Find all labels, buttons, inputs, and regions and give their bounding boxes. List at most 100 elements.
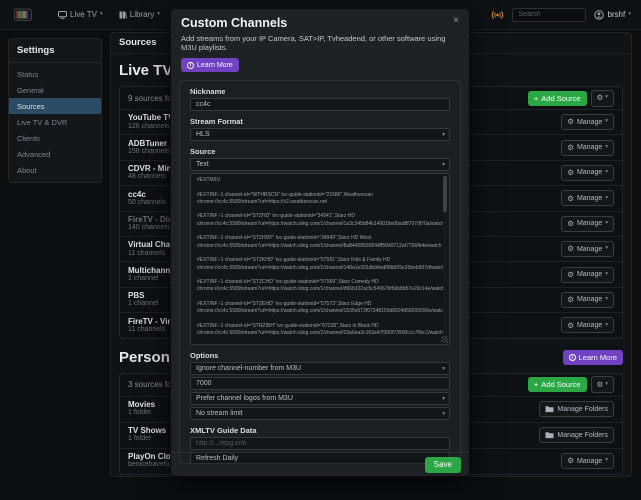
nav-live-tv-label: Live TV (70, 10, 97, 19)
m3u-playlist-text: #EXTM3U #EXTINF:-1 channel-id="WTHRSCN" … (191, 174, 449, 345)
modal-title: Custom Channels (181, 16, 459, 30)
scrollbar-thumb[interactable] (443, 176, 447, 212)
manage-button[interactable]: ⚙ Manage ▾ (561, 165, 614, 181)
info-icon: i (569, 354, 576, 361)
start-number-input[interactable] (190, 377, 450, 390)
manage-button[interactable]: ⚙ Manage ▾ (561, 216, 614, 232)
resize-handle[interactable] (441, 336, 448, 343)
sidebar-item[interactable]: Advanced (9, 146, 101, 162)
sidebar-title: Settings (9, 39, 101, 63)
topbar-right: brshf ▾ (491, 8, 631, 22)
sidebar-item[interactable]: About (9, 162, 101, 178)
source-sub: 1 folder (128, 409, 155, 417)
source-channel-count: 126 channels (128, 123, 173, 131)
gear-icon: ⚙ (567, 169, 574, 177)
gear-icon: ⚙ (567, 220, 574, 228)
manage-folders-button[interactable]: Manage Folders (539, 427, 614, 443)
user-icon (594, 10, 604, 20)
broadcast-icon[interactable] (491, 10, 504, 20)
settings-sidebar: Settings Status General Sources Live TV … (8, 38, 102, 183)
gear-icon: ⚙ (597, 381, 604, 389)
caret-down-icon: ▾ (605, 145, 608, 151)
gear-icon: ⚙ (567, 271, 574, 279)
user-menu[interactable]: brshf ▾ (594, 10, 631, 20)
source-name: Movies (128, 400, 155, 409)
sidebar-item[interactable]: General (9, 82, 101, 98)
manage-button[interactable]: ⚙ Manage ▾ (561, 267, 614, 283)
save-button[interactable]: Save (425, 457, 461, 473)
username: brshf (607, 10, 625, 19)
stream-limit-select[interactable]: No stream limit ▾ (190, 407, 450, 420)
gear-icon: ⚙ (567, 144, 574, 152)
manage-button[interactable]: ⚙ Manage ▾ (561, 317, 614, 333)
source-channel-count: 1 channel (128, 300, 158, 308)
library-icon (119, 11, 127, 19)
nav-library[interactable]: Library ▾ (119, 10, 160, 19)
caret-down-icon: ▾ (100, 12, 103, 18)
nav-live-tv[interactable]: Live TV ▾ (58, 10, 103, 19)
source-channel-count: 50 channels (128, 199, 166, 207)
nickname-label: Nickname (190, 87, 450, 96)
close-icon[interactable]: × (453, 16, 459, 26)
folder-icon (545, 405, 554, 413)
add-source-button[interactable]: + Add Source (528, 91, 587, 106)
m3u-playlist-textarea[interactable]: #EXTM3U #EXTINF:-1 channel-id="WTHRSCN" … (190, 173, 450, 345)
caret-down-icon: ▾ (605, 458, 608, 464)
sidebar-item[interactable]: Live TV & DVR (9, 114, 101, 130)
stream-format-select[interactable]: HLS ▾ (190, 128, 450, 141)
learn-more-button[interactable]: i Learn More (563, 350, 623, 365)
gear-icon: ⚙ (597, 94, 604, 102)
caret-down-icon: ▾ (442, 366, 445, 372)
tv-icon (58, 11, 67, 19)
folder-icon (545, 431, 554, 439)
gear-icon: ⚙ (567, 296, 574, 304)
plus-icon: + (534, 380, 538, 389)
sidebar-item[interactable]: Sources (9, 98, 101, 114)
add-source-options-button[interactable]: ⚙ ▾ (591, 376, 615, 393)
caret-down-icon: ▾ (605, 272, 608, 278)
source-name: PBS (128, 291, 158, 300)
source-type-select[interactable]: Text ▾ (190, 158, 450, 171)
manage-folders-button[interactable]: Manage Folders (539, 401, 614, 417)
manage-button[interactable]: ⚙ Manage ▾ (561, 140, 614, 156)
stream-format-label: Stream Format (190, 117, 450, 126)
caret-down-icon: ▾ (605, 221, 608, 227)
channel-logos-select[interactable]: Prefer channel logos from M3U ▾ (190, 392, 450, 405)
source-sub: 1 folder (128, 435, 166, 443)
custom-channels-form: Nickname Stream Format HLS ▾ Source Text… (179, 80, 461, 464)
caret-down-icon: ▾ (442, 411, 445, 417)
manage-button[interactable]: ⚙ Manage ▾ (561, 114, 614, 130)
modal-footer: Save (171, 452, 469, 476)
app-window: Live TV ▾ Library ▾ DVR ▾ ⚙ (0, 0, 641, 500)
manage-button[interactable]: ⚙ Manage ▾ (561, 453, 614, 469)
custom-channels-modal: × Custom Channels Add streams from your … (170, 8, 470, 477)
learn-more-button[interactable]: i Learn More (181, 58, 239, 72)
manage-button[interactable]: ⚙ Manage ▾ (561, 241, 614, 257)
caret-down-icon: ▾ (157, 12, 160, 18)
info-icon: i (187, 62, 194, 69)
nickname-input[interactable] (190, 98, 450, 111)
manage-button[interactable]: ⚙ Manage ▾ (561, 292, 614, 308)
caret-down-icon: ▾ (605, 297, 608, 303)
caret-down-icon: ▾ (442, 396, 445, 402)
add-source-button[interactable]: + Add Source (528, 377, 587, 392)
sidebar-item[interactable]: Status (9, 66, 101, 82)
source-name: cc4c (128, 190, 166, 199)
gear-icon: ⚙ (567, 245, 574, 253)
caret-down-icon: ▾ (442, 132, 445, 138)
source-channel-count: 158 channels (128, 148, 170, 156)
gear-icon: ⚙ (567, 457, 574, 465)
add-source-options-button[interactable]: ⚙ ▾ (591, 90, 615, 107)
sidebar-item[interactable]: Clients (9, 130, 101, 146)
app-logo-icon[interactable] (14, 8, 32, 21)
source-label: Source (190, 147, 450, 156)
manage-button[interactable]: ⚙ Manage ▾ (561, 190, 614, 206)
gear-icon: ⚙ (567, 322, 574, 330)
caret-down-icon: ▾ (605, 323, 608, 329)
source-name: ADBTuner (128, 139, 170, 148)
scrollbar-track[interactable] (443, 176, 447, 342)
xmltv-url-input[interactable] (190, 437, 450, 450)
live-tv-title: Live TV (119, 62, 172, 79)
channel-number-select[interactable]: Ignore channel-number from M3U ▾ (190, 362, 450, 375)
search-input[interactable] (512, 8, 586, 22)
